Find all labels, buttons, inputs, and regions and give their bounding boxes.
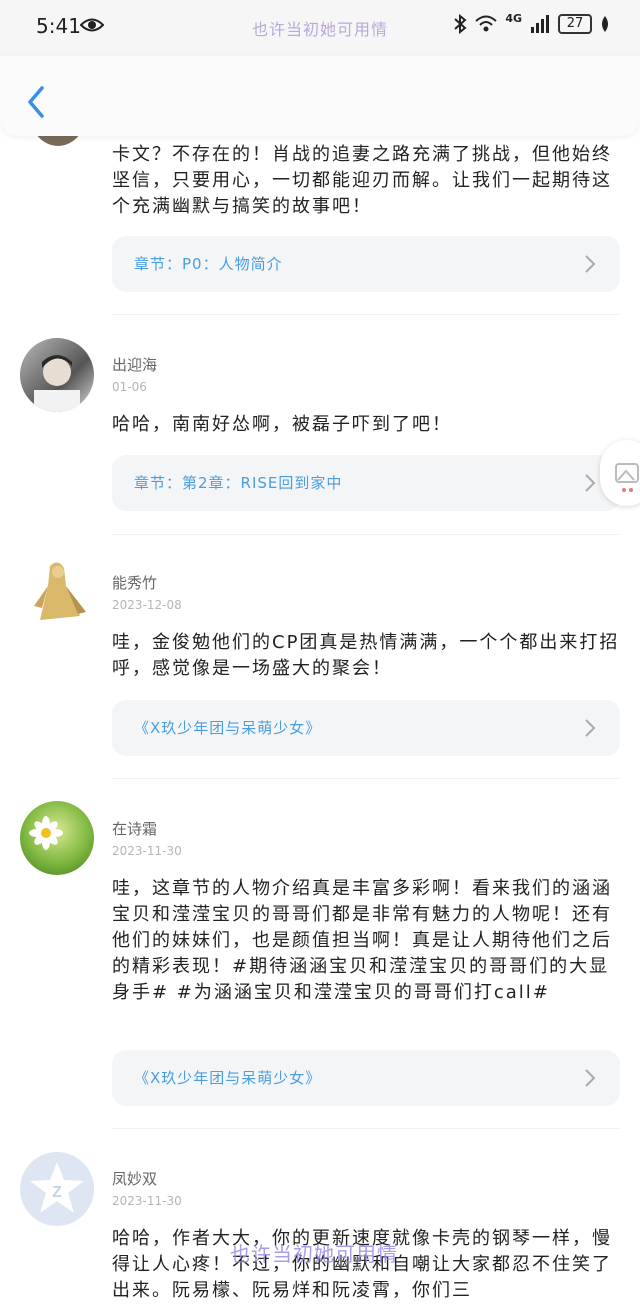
divider — [112, 314, 620, 315]
top-nav-bar — [0, 56, 640, 136]
avatar[interactable] — [20, 338, 94, 412]
bluetooth-icon — [454, 14, 467, 34]
comment-date: 01-06 — [112, 380, 147, 394]
default-avatar-star-icon: Z — [30, 1162, 84, 1213]
comment-text: 哈哈，南南好怂啊，被磊子吓到了吧！ — [112, 414, 452, 435]
network-type: 4G — [505, 11, 522, 25]
avatar-daisy-icon — [29, 816, 63, 850]
avatar-character-icon — [34, 562, 86, 620]
chevron-right-icon — [585, 474, 596, 492]
chapter-label: 《X玖少年团与呆萌少女》 — [134, 719, 322, 737]
chapter-link[interactable]: 《X玖少年团与呆萌少女》 — [112, 700, 620, 756]
comment-text: 卡文？不存在的！肖战的追妻之路充满了挑战，但他始终坚信，只要用心，一切都能迎刃而… — [112, 144, 612, 217]
avatar[interactable]: Z — [20, 1152, 94, 1226]
comment-text: 哇，金俊勉他们的CP团真是热情满满，一个个都出来打招呼，感觉像是一场盛大的聚会！ — [112, 632, 620, 679]
user-name[interactable]: 在诗霜 — [112, 818, 157, 839]
image-icon — [615, 463, 639, 492]
chapter-link[interactable]: 章节：P0：人物简介 — [112, 236, 620, 292]
chapter-label: 章节：第2章：RISE回到家中 — [134, 474, 343, 492]
user-name[interactable]: 能秀竹 — [112, 572, 157, 593]
chapter-label: 《X玖少年团与呆萌少女》 — [134, 1069, 322, 1087]
back-arrow-icon[interactable] — [22, 82, 52, 122]
chapter-label: 章节：P0：人物简介 — [134, 255, 283, 273]
comment-date: 2023-11-30 — [112, 1194, 182, 1208]
avatar[interactable] — [20, 801, 94, 875]
comment-text: 哇，这章节的人物介绍真是丰富多彩啊！看来我们的涵涵宝贝和滢滢宝贝的哥哥们都是非常… — [112, 878, 612, 1003]
comment-date: 2023-11-30 — [112, 844, 182, 858]
bottom-watermark: 也许当初她可用情 — [230, 1242, 398, 1266]
chapter-link[interactable]: 《X玖少年团与呆萌少女》 — [112, 1050, 620, 1106]
divider — [112, 1128, 620, 1129]
chevron-right-icon — [585, 1069, 596, 1087]
avatar-photo-icon — [34, 355, 80, 412]
comment-feed: 卡文？不存在的！肖战的追妻之路充满了挑战，但他始终坚信，只要用心，一切都能迎刃而… — [0, 0, 640, 1307]
battery-indicator: 27 — [558, 14, 592, 34]
avatar[interactable] — [20, 556, 94, 630]
status-icons: 4G 27 — [453, 11, 610, 34]
chevron-right-icon — [585, 719, 596, 737]
chapter-link[interactable]: 章节：第2章：RISE回到家中 — [112, 455, 620, 511]
leaf-icon — [602, 16, 608, 32]
floating-image-button[interactable] — [600, 440, 640, 506]
wifi-icon — [475, 15, 497, 32]
svg-text:Z: Z — [52, 1184, 62, 1201]
comment-date: 2023-12-08 — [112, 598, 182, 612]
divider — [112, 534, 620, 535]
divider — [112, 778, 620, 779]
user-name[interactable]: 出迎海 — [112, 354, 157, 375]
chevron-right-icon — [585, 255, 596, 273]
signal-icon — [531, 15, 549, 33]
user-name[interactable]: 凤妙双 — [112, 1168, 157, 1189]
status-bar: 5:41 也许当初她可用情 4G 27 — [0, 0, 640, 56]
